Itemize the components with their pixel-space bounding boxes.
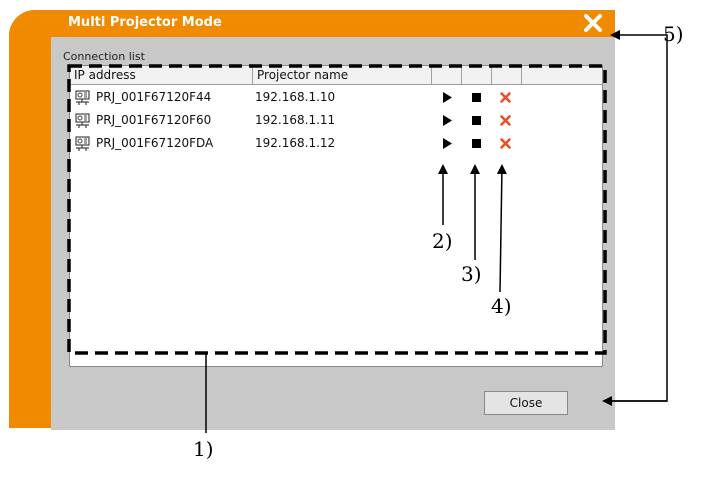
callout-line-5 <box>606 34 668 402</box>
callout-label-2: 2) <box>432 229 453 253</box>
callout-label-5: 5) <box>663 22 684 46</box>
callout-label-3: 3) <box>461 262 482 286</box>
callout-arrow-4 <box>496 164 507 293</box>
callout-label-1: 1) <box>193 437 214 461</box>
callout-label-4: 4) <box>491 294 512 318</box>
annotation-overlay <box>67 30 668 433</box>
connection-list-highlight <box>67 64 607 355</box>
